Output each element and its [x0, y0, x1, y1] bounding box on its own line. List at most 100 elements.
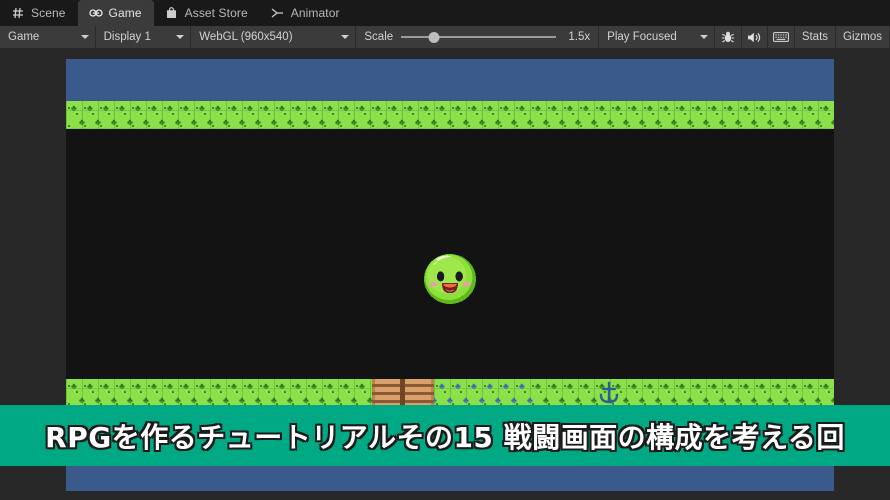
animator-icon	[271, 6, 285, 20]
grass-tuft: ♣	[727, 102, 733, 113]
grass-tuft: ♣	[567, 380, 573, 391]
unity-game-window: Scene Game Asset Store Animator Game Dis…	[0, 0, 890, 500]
grass-tuft: ♣	[495, 116, 501, 127]
grass-tuft: ♣	[511, 116, 517, 127]
editor-tab-bar: Scene Game Asset Store Animator	[0, 0, 890, 26]
grass-tuft: ♣	[815, 116, 821, 127]
game-view-toolbar: Game Display 1 WebGL (960x540) Scale 1.5…	[0, 26, 890, 49]
resolution-dropdown[interactable]: WebGL (960x540)	[191, 26, 355, 48]
grass-tuft: ♣	[191, 116, 197, 127]
grass-tuft-pattern: ♣ ♣ ♣ ♣ ♣ ♣ ♣ ♣ ♣ ♣ ♣ ♣ ♣ ♣ ♣ ♣ ♣ ♣ ♣ ♣ ♣ ♣ ♣ ♣ ♣ ♣ ♣ ♣ ♣ ♣ ♣ ♣ ♣ ♣ ♣ ♣ ♣ ♣ ♣ ♣…	[66, 101, 834, 129]
grass-tuft: ♣	[127, 116, 133, 127]
grass-tuft: ♣	[271, 116, 277, 127]
grass-tuft: ♣	[71, 102, 77, 113]
display-dropdown-label: Display 1	[103, 31, 151, 43]
gamepad-icon	[88, 6, 103, 20]
grass-tuft: ♣	[759, 102, 765, 113]
grass-tuft: ♣	[543, 116, 549, 127]
tab-asset-store[interactable]: Asset Store	[154, 0, 260, 26]
grass-tuft: ♣	[823, 102, 829, 113]
grass-tuft: ♣	[335, 116, 341, 127]
grass-strip-top: ♣ ♣ ♣ ♣ ♣ ♣ ♣ ♣ ♣ ♣ ♣ ♣ ♣ ♣ ♣ ♣ ♣ ♣ ♣ ♣ ♣ ♣ ♣ ♣ ♣ ♣ ♣ ♣ ♣ ♣ ♣ ♣ ♣ ♣ ♣ ♣ ♣ ♣ ♣ ♣…	[66, 101, 834, 129]
grass-tuft-pattern: ♣ ♣ ♣ ♣ ♣ ♣ ♣ ♣ ♣ ♣ ♣ ♣ ♣ ♣ ♣ ♣ ♣ ♣ ♣ ♣ ♣ ♣ ♣ ♣ ♣ ♣ ♣ ♣ ♣ ♣ ♣ ♣ ♣ ♣ ♣ ♣ ♣ ♣ ♣ ♣…	[66, 379, 834, 407]
grass-tuft: ♣	[519, 380, 525, 391]
grass-tuft: ♣	[655, 116, 661, 127]
anchor-gizmo-icon[interactable]	[596, 380, 622, 406]
grass-tuft: ♣	[455, 102, 461, 113]
grass-tuft: ♣	[615, 102, 621, 113]
grass-tuft: ♣	[535, 102, 541, 113]
grass-tuft: ♣	[391, 102, 397, 113]
display-dropdown[interactable]: Display 1	[96, 26, 191, 48]
grass-tuft: ♣	[807, 102, 813, 113]
grass-tuft: ♣	[279, 102, 285, 113]
play-mode-dropdown[interactable]: Play Focused	[599, 26, 714, 48]
grass-tuft: ♣	[599, 102, 605, 113]
view-dropdown-label: Game	[8, 31, 40, 43]
scale-slider[interactable]	[401, 31, 557, 43]
view-dropdown[interactable]: Game	[0, 26, 95, 48]
grass-tuft: ♣	[679, 102, 685, 113]
video-title-banner: RPGを作るチュートリアルその15 戦闘画面の構成を考える回	[0, 405, 890, 466]
tab-label: Animator	[290, 6, 340, 20]
grass-tuft: ♣	[535, 380, 541, 391]
grass-tuft: ♣	[279, 380, 285, 391]
grass-tuft: ♣	[423, 102, 429, 113]
grass-tuft: ♣	[791, 102, 797, 113]
grass-tuft: ♣	[359, 102, 365, 113]
tab-scene[interactable]: Scene	[0, 0, 78, 26]
grass-tuft: ♣	[471, 102, 477, 113]
grass-tuft: ♣	[823, 380, 829, 391]
grass-tuft: ♣	[791, 380, 797, 391]
grass-tuft: ♣	[831, 116, 834, 127]
stats-label: Stats	[801, 31, 829, 43]
grass-tuft: ♣	[631, 102, 637, 113]
grass-tuft: ♣	[623, 116, 629, 127]
grass-tuft: ♣	[503, 102, 509, 113]
bug-icon[interactable]	[715, 26, 741, 48]
gizmos-button[interactable]: Gizmos	[836, 26, 889, 48]
grass-tuft: ♣	[119, 380, 125, 391]
grass-tuft: ♣	[367, 116, 373, 127]
scale-slider-knob[interactable]	[428, 31, 440, 43]
tab-label: Asset Store	[184, 6, 248, 20]
grass-tuft: ♣	[479, 116, 485, 127]
grass-tuft: ♣	[71, 380, 77, 391]
grass-tuft: ♣	[695, 380, 701, 391]
slime-enemy-sprite[interactable]	[418, 246, 482, 310]
grass-tuft: ♣	[727, 380, 733, 391]
grass-tuft: ♣	[647, 380, 653, 391]
grass-tuft: ♣	[319, 116, 325, 127]
bridge-rail	[400, 379, 405, 407]
grass-tuft: ♣	[351, 116, 357, 127]
grass-tuft: ♣	[295, 380, 301, 391]
grass-tuft: ♣	[263, 102, 269, 113]
grass-tuft: ♣	[671, 116, 677, 127]
stats-button[interactable]: Stats	[795, 26, 835, 48]
grass-tuft: ♣	[303, 116, 309, 127]
grass-tuft: ♣	[87, 102, 93, 113]
grass-tuft: ♣	[119, 102, 125, 113]
grass-tuft: ♣	[631, 380, 637, 391]
scale-value: 1.5x	[568, 31, 591, 43]
grass-tuft: ♣	[103, 102, 109, 113]
grass-tuft: ♣	[519, 102, 525, 113]
grass-tuft: ♣	[79, 116, 85, 127]
tab-animator[interactable]: Animator	[260, 0, 352, 26]
resolution-dropdown-label: WebGL (960x540)	[199, 31, 293, 43]
tab-game[interactable]: Game	[77, 0, 154, 26]
grass-tuft: ♣	[687, 116, 693, 127]
keyboard-icon[interactable]	[768, 26, 794, 48]
grass-tuft: ♣	[207, 116, 213, 127]
grass-tuft: ♣	[143, 116, 149, 127]
chevron-down-icon	[341, 35, 350, 39]
grass-tuft: ♣	[751, 116, 757, 127]
tab-label: Scene	[31, 6, 66, 20]
mute-audio-icon[interactable]	[742, 26, 768, 48]
grass-tuft: ♣	[95, 116, 101, 127]
grass-tuft: ♣	[255, 116, 261, 127]
grass-tuft: ♣	[407, 102, 413, 113]
grass-tuft: ♣	[343, 102, 349, 113]
scale-control[interactable]: Scale 1.5x	[356, 26, 598, 48]
grass-tuft: ♣	[359, 380, 365, 391]
